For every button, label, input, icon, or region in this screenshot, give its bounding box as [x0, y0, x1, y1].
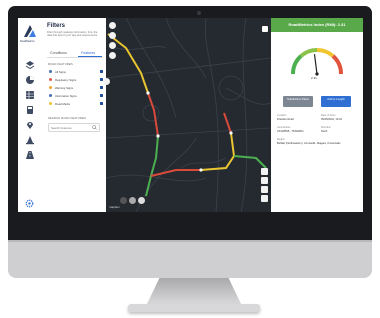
details-panel: RoadMetrics Index (RMI): 2.31 2.31 Subdi…: [262, 18, 363, 212]
feature-row-road-marks[interactable]: Road Marks: [49, 101, 103, 106]
gear-icon[interactable]: [25, 199, 34, 208]
tab-conditions[interactable]: Conditions: [50, 51, 67, 55]
logo-icon: [24, 25, 36, 37]
screen: RoadMetrics Filters Filter through roadw…: [18, 18, 363, 212]
pin-icon[interactable]: [25, 120, 35, 130]
feature-label: Warning Signs: [55, 85, 74, 90]
search-features-box: [48, 123, 100, 132]
filter-tabs: Conditions Features: [47, 50, 103, 58]
feature-label: Regulatory Signs: [55, 77, 77, 82]
tab-features[interactable]: Features: [81, 51, 95, 55]
panel-close-button[interactable]: [262, 26, 268, 32]
cone-icon[interactable]: [25, 135, 35, 145]
logo-text: RoadMetrics: [20, 40, 35, 43]
zoom-in-button[interactable]: [261, 168, 268, 175]
map-mode-toggle[interactable]: [109, 32, 116, 39]
rmi-header-text: RoadMetrics Index (RMI): 2.31: [288, 22, 346, 27]
map-attribution: mapbox: [109, 205, 120, 209]
scan-date-label: Date of Scan: [321, 114, 336, 117]
search-features-heading: SEARCH ROAD FEATURES: [48, 116, 87, 120]
feature-color-dot: [49, 94, 52, 97]
monitor-stand-base: [128, 304, 260, 312]
feature-checkbox[interactable]: [99, 85, 103, 89]
coordinates-label: Coordinates: [277, 126, 291, 129]
feature-label: All Signs: [55, 69, 66, 74]
filters-panel: Filters Filter through roadway informati…: [42, 18, 106, 212]
map-streets: [106, 18, 271, 212]
road-icon[interactable]: [25, 150, 35, 160]
webcam: [197, 11, 201, 15]
monitor-stand-neck: [146, 278, 242, 306]
feature-color-dot: [49, 102, 52, 105]
basemap-thumb-streets[interactable]: [138, 197, 145, 204]
map-filter-toggle[interactable]: [109, 42, 116, 49]
monitor-chin: [8, 240, 372, 278]
region-value: Buffalo (Northeastern), Cornwells, Niaga…: [277, 142, 341, 145]
feature-row-all-signs[interactable]: All Signs: [49, 69, 103, 74]
feature-color-dot: [49, 70, 52, 73]
feature-color-dot: [49, 78, 52, 81]
road-features-heading: ROAD FEATURES: [48, 62, 73, 66]
nav-rail: RoadMetrics: [18, 18, 43, 212]
rmi-gauge: [290, 47, 344, 76]
map-layer-toggle[interactable]: [109, 22, 116, 29]
compass-button[interactable]: [261, 186, 268, 193]
filters-description: Filter through roadway information, from…: [47, 31, 98, 38]
location-label: Location: [277, 114, 287, 117]
search-features-input[interactable]: [51, 124, 89, 131]
collapse-filters-button[interactable]: [103, 78, 110, 85]
region-label: Region: [277, 138, 285, 141]
basemap-thumb-light[interactable]: [129, 197, 136, 204]
feature-checkbox[interactable]: [99, 101, 103, 105]
add-to-length-button[interactable]: Add to Length: [321, 96, 351, 107]
location-value: Dresden Road: [277, 118, 294, 121]
map-info-toggle[interactable]: [109, 52, 116, 59]
fullscreen-button[interactable]: [261, 195, 268, 202]
search-icon[interactable]: [92, 125, 97, 130]
grid-icon[interactable]: [25, 90, 35, 100]
feature-color-dot: [49, 86, 52, 89]
direction-label: Direction: [321, 126, 331, 129]
basemap-thumb-dark[interactable]: [120, 197, 127, 204]
map-view[interactable]: mapbox: [103, 18, 271, 212]
feature-label: Road Marks: [55, 101, 71, 106]
feature-checkbox[interactable]: [99, 93, 103, 97]
feature-row-information-signs[interactable]: Information Signs: [49, 93, 103, 98]
zoom-out-button[interactable]: [261, 177, 268, 184]
gauge-value: 2.31: [311, 76, 317, 80]
chin-edge: [8, 240, 372, 242]
layers-icon[interactable]: [25, 60, 35, 70]
rmi-header: RoadMetrics Index (RMI): 2.31: [271, 18, 363, 32]
pie-chart-icon[interactable]: [25, 75, 35, 85]
active-tab-indicator: [78, 56, 102, 57]
feature-label: Information Signs: [55, 93, 77, 98]
subdivision-plans-button[interactable]: Subdivision Plans: [283, 96, 313, 107]
direction-value: North: [321, 130, 328, 133]
gauge-needle: [313, 54, 318, 75]
coordinates-value: 43.048595, -78.842811: [277, 130, 304, 133]
calculator-icon[interactable]: [25, 105, 35, 115]
feature-checkbox[interactable]: [99, 69, 103, 73]
feature-row-warning-signs[interactable]: Warning Signs: [49, 85, 103, 90]
filters-title: Filters: [47, 23, 66, 29]
scan-date-value: 09/15/2022, 13:04: [321, 118, 342, 121]
feature-row-regulatory-signs[interactable]: Regulatory Signs: [49, 77, 103, 82]
